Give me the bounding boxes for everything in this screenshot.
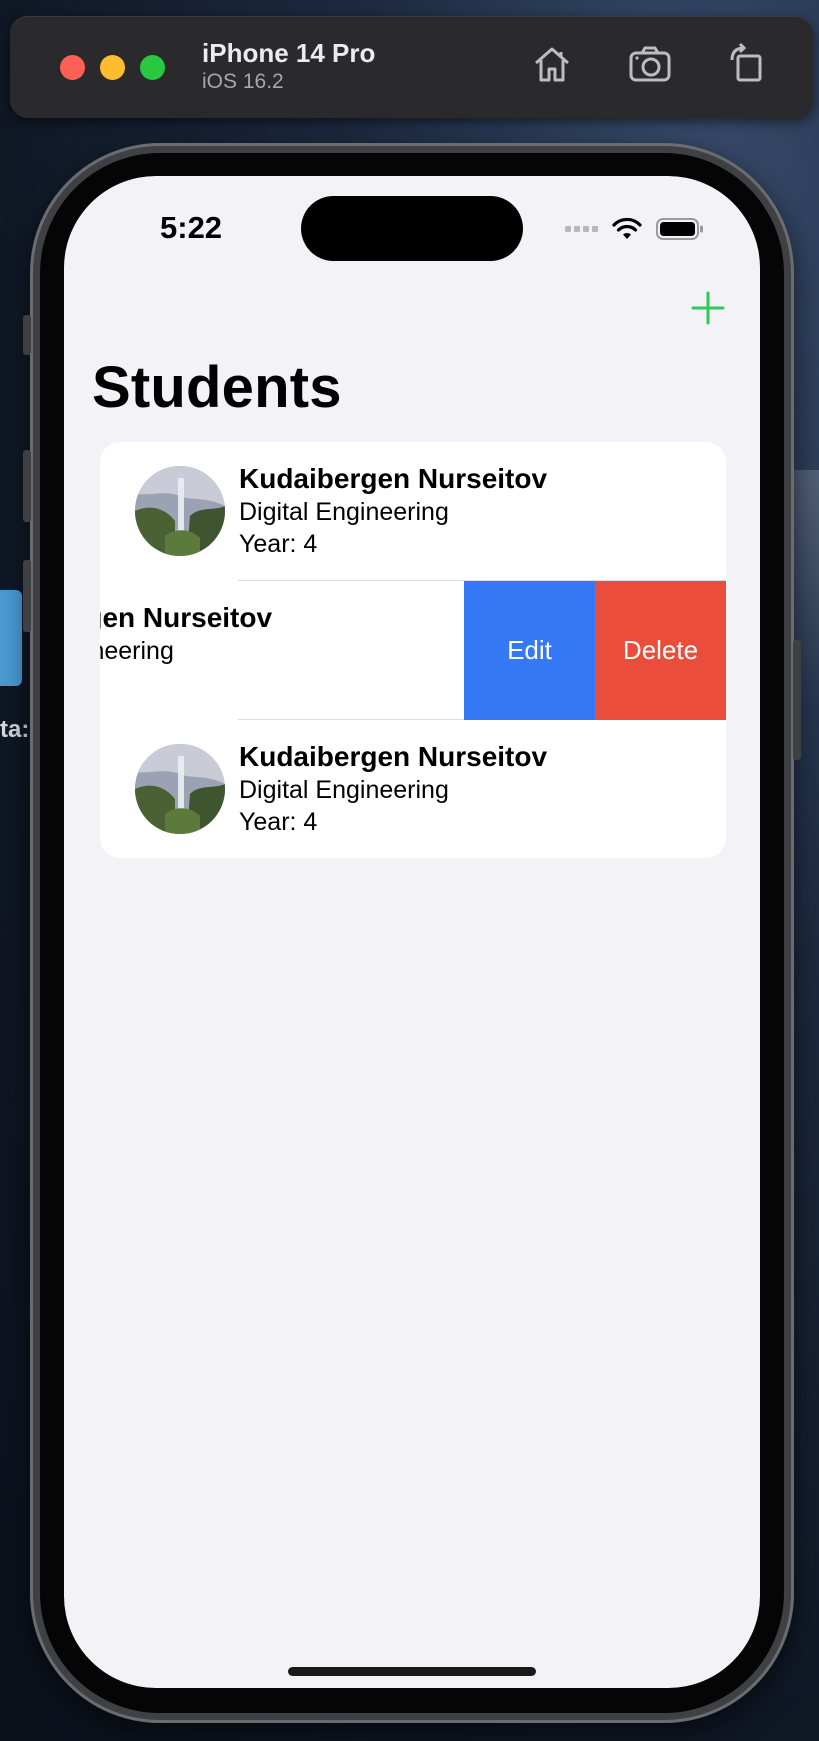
student-program: Digital Engineering (239, 498, 449, 526)
list-item[interactable]: Kudaibergen Nurseitov Digital Engineerin… (100, 442, 726, 581)
phone-screen: 5:22 Students Kudaibergen Nurseitov Digi… (64, 176, 760, 1688)
list-item-swiped[interactable]: Kudaibergen Nurseitov Digital Engineerin… (100, 581, 726, 720)
student-avatar (135, 466, 225, 556)
student-year: Year: 4 (239, 808, 318, 836)
student-avatar (135, 744, 225, 834)
home-icon[interactable] (530, 42, 574, 86)
simulator-title-bar: iPhone 14 Pro iOS 16.2 (10, 16, 813, 118)
volume-up-button (23, 450, 31, 522)
list-item[interactable]: Kudaibergen Nurseitov Digital Engineerin… (100, 720, 726, 858)
swipe-actions: Edit Delete (464, 581, 726, 720)
desktop-folder-icon (0, 590, 22, 686)
status-time: 5:22 (160, 210, 223, 245)
close-window-button[interactable] (60, 55, 85, 80)
dynamic-island (301, 196, 523, 261)
student-program: Digital Engineering (100, 637, 174, 665)
volume-down-button (23, 560, 31, 632)
cellular-signal-icon (565, 226, 598, 232)
students-list: Kudaibergen Nurseitov Digital Engineerin… (100, 442, 726, 858)
add-student-button[interactable] (688, 288, 728, 328)
zoom-window-button[interactable] (140, 55, 165, 80)
student-name: Kudaibergen Nurseitov (100, 602, 273, 633)
screenshot-icon[interactable] (628, 42, 672, 86)
device-name: iPhone 14 Pro (202, 38, 376, 68)
rotate-icon[interactable] (726, 42, 770, 86)
plus-icon (691, 291, 725, 325)
student-program: Digital Engineering (239, 776, 449, 804)
delete-button[interactable]: Delete (595, 581, 726, 720)
side-power-button (793, 640, 801, 760)
student-name: Kudaibergen Nurseitov (239, 741, 548, 772)
status-icons (565, 214, 704, 244)
desktop-label: ta: (0, 716, 30, 743)
student-name: Kudaibergen Nurseitov (239, 463, 548, 494)
student-year: Year: 4 (239, 530, 318, 558)
page-title: Students (92, 355, 342, 420)
minimize-window-button[interactable] (100, 55, 125, 80)
os-version: iOS 16.2 (202, 70, 284, 93)
action-button (23, 315, 31, 355)
home-indicator[interactable] (288, 1667, 536, 1676)
wifi-icon (612, 217, 642, 239)
battery-icon (656, 218, 703, 240)
edit-button[interactable]: Edit (464, 581, 595, 720)
